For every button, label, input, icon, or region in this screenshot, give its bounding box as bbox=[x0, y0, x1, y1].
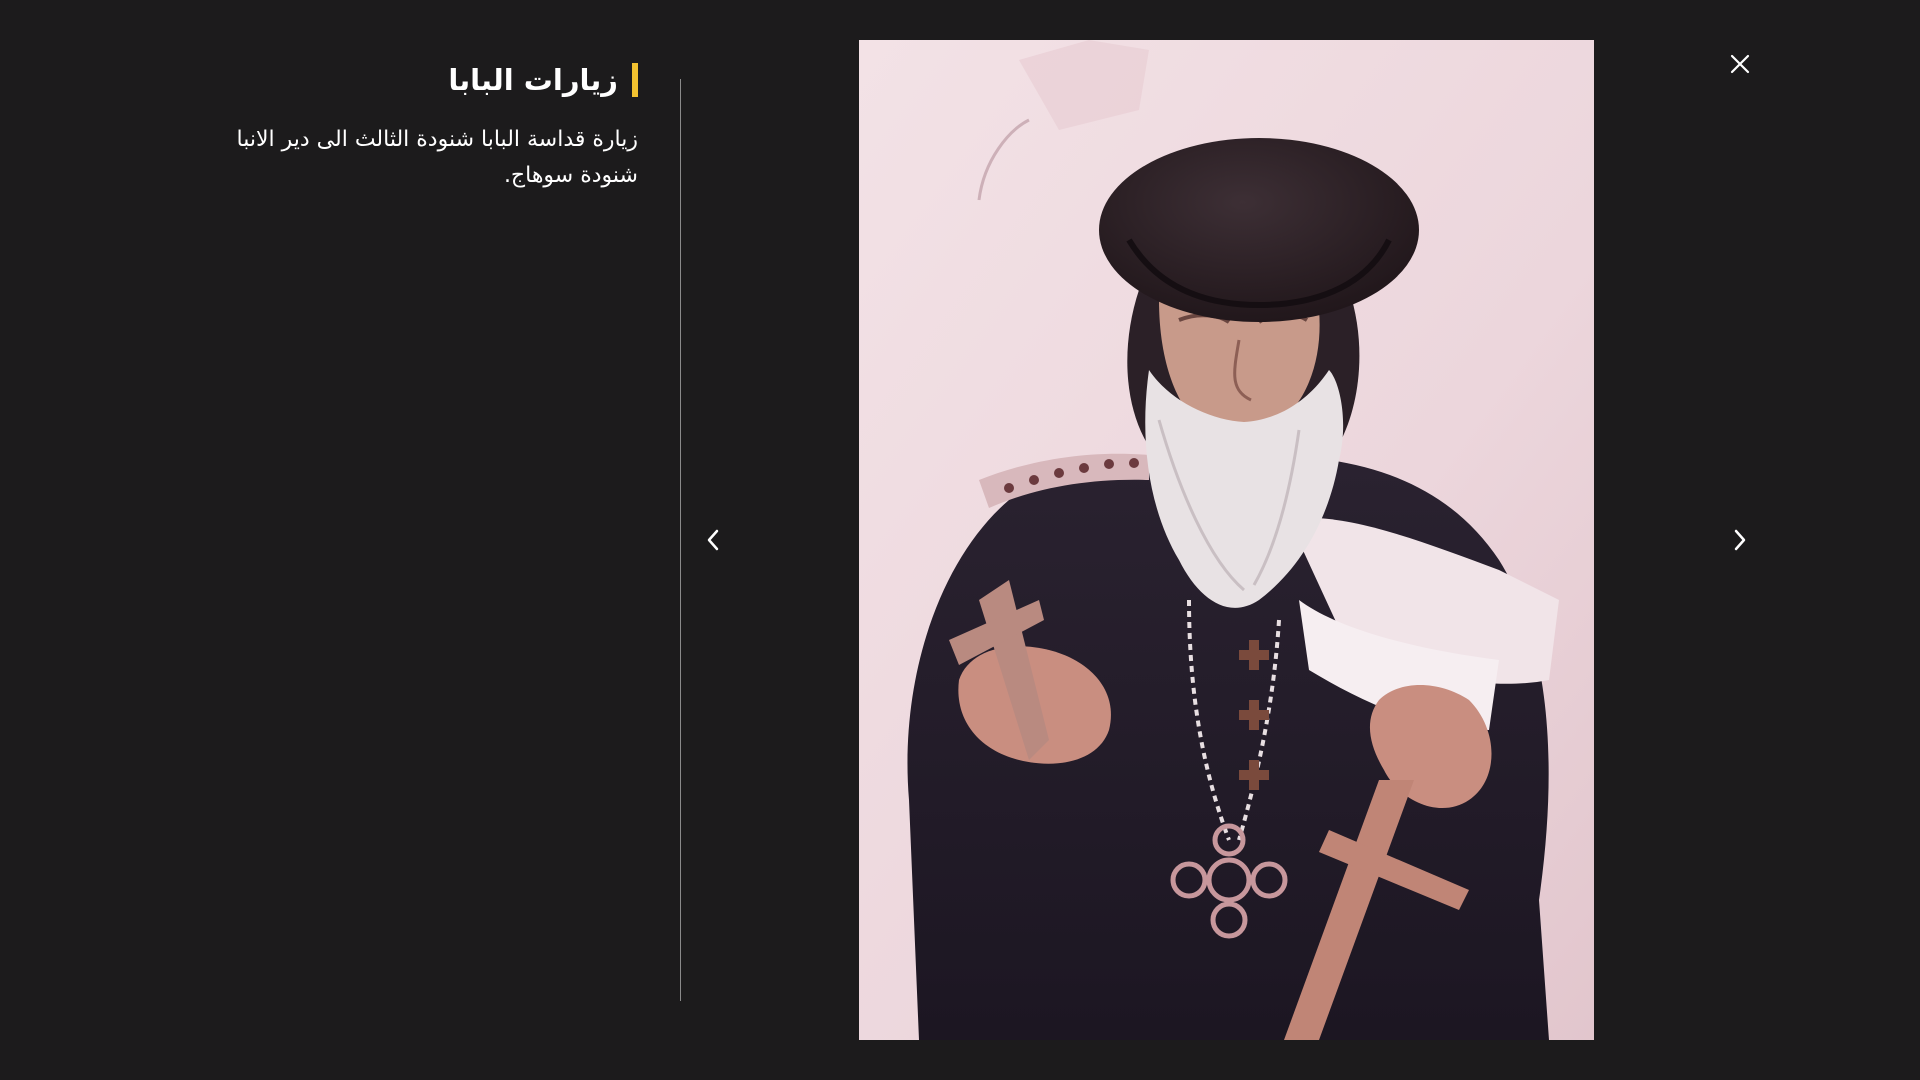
previous-button[interactable] bbox=[693, 520, 733, 560]
next-button[interactable] bbox=[1720, 520, 1760, 560]
caption-title-row: زيارات البابا bbox=[190, 62, 638, 98]
lightbox-viewer: زيارات البابا زيارة قداسة البابا شنودة ا… bbox=[0, 0, 1920, 1080]
close-button[interactable] bbox=[1720, 44, 1760, 84]
gallery-photo bbox=[859, 40, 1594, 1040]
title-accent-bar bbox=[632, 63, 638, 97]
vertical-divider bbox=[680, 79, 681, 1001]
caption-text: زيارة قداسة البابا شنودة الثالث الى دير … bbox=[236, 127, 639, 188]
chevron-left-icon bbox=[707, 529, 719, 551]
caption-panel: زيارات البابا زيارة قداسة البابا شنودة ا… bbox=[190, 62, 638, 194]
chevron-right-icon bbox=[1734, 529, 1746, 551]
caption-title: زيارات البابا bbox=[448, 63, 618, 97]
close-icon bbox=[1730, 54, 1750, 74]
